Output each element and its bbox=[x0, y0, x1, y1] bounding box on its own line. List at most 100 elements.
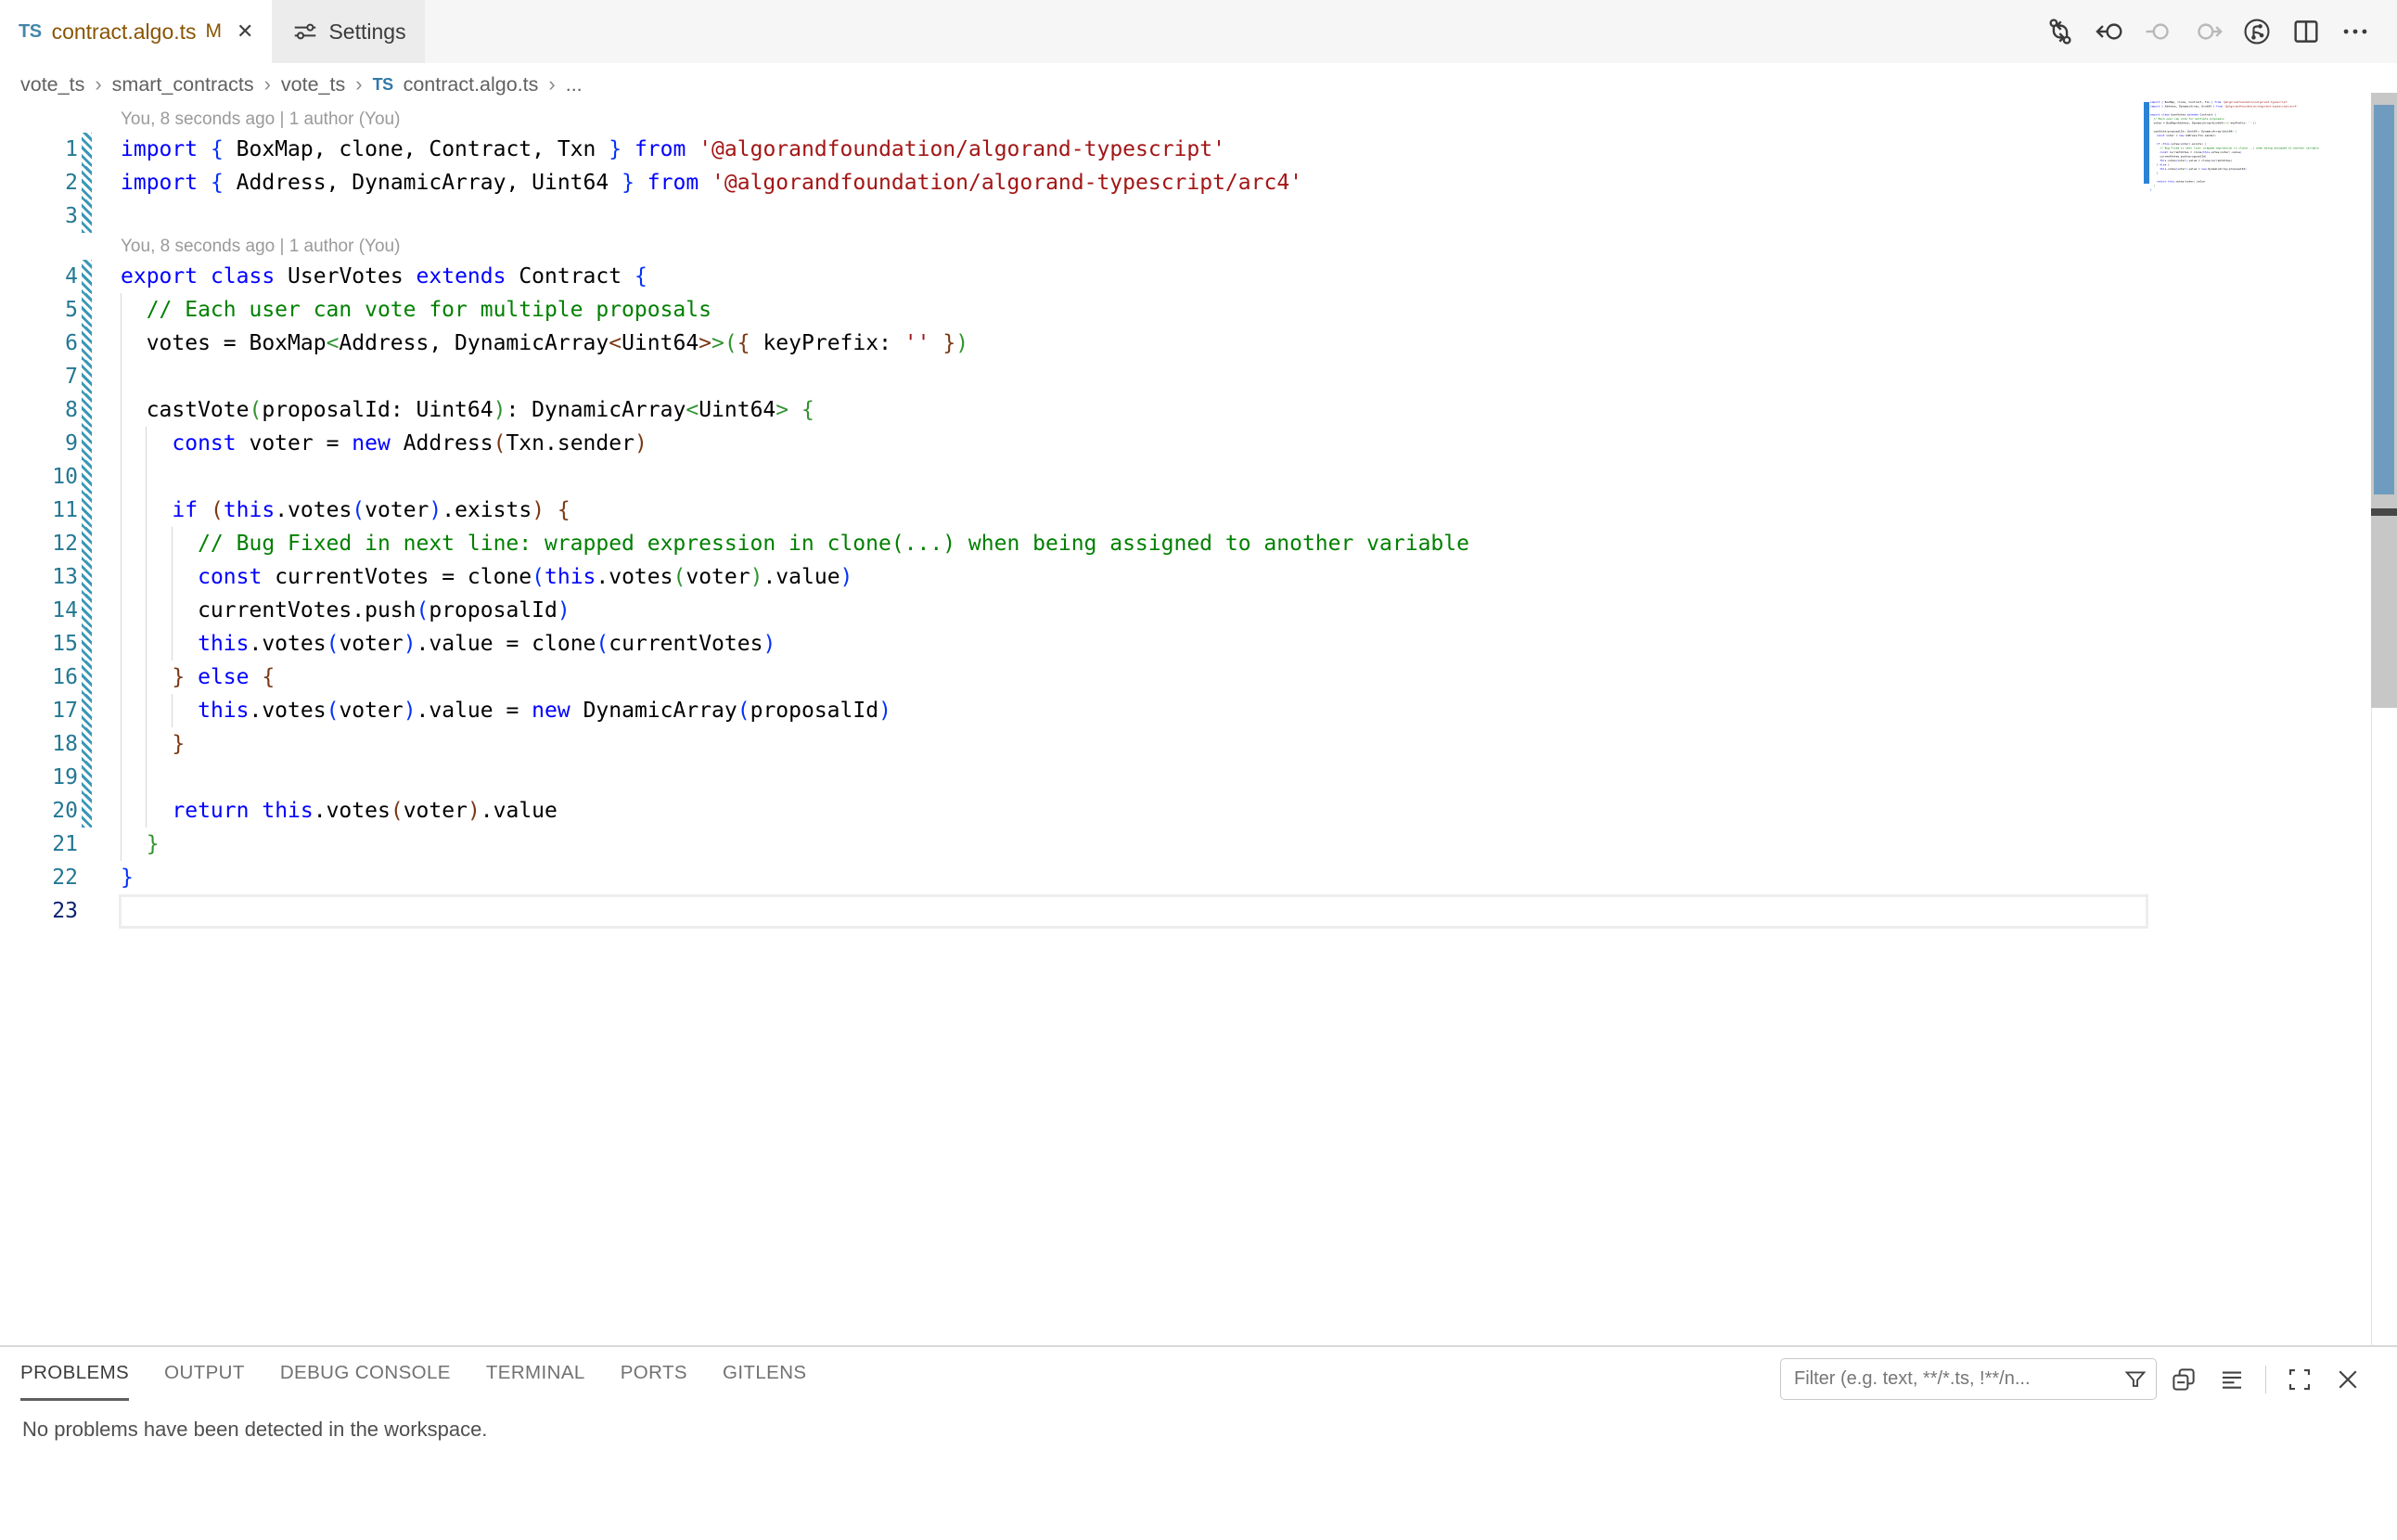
code-line[interactable]: 21 } bbox=[0, 828, 2148, 861]
code-line[interactable]: 20 return this.votes(voter).value bbox=[0, 794, 2148, 828]
line-number[interactable]: 6 bbox=[0, 327, 78, 360]
code-line[interactable]: 4export class UserVotes extends Contract… bbox=[0, 260, 2148, 293]
code-editor[interactable]: You, 8 seconds ago | 1 author (You)1impo… bbox=[0, 106, 2148, 928]
code-line[interactable]: 7 bbox=[0, 360, 2148, 393]
code-line[interactable]: 9 const voter = new Address(Txn.sender) bbox=[0, 427, 2148, 460]
close-panel-icon[interactable] bbox=[2333, 1365, 2363, 1394]
code-line[interactable]: 13 const currentVotes = clone(this.votes… bbox=[0, 560, 2148, 594]
line-number[interactable]: 12 bbox=[0, 527, 78, 560]
maximize-panel-icon[interactable] bbox=[2285, 1365, 2314, 1394]
gutter-modified-indicator bbox=[82, 360, 92, 393]
panel-tab-terminal[interactable]: TERMINAL bbox=[486, 1347, 585, 1401]
line-number[interactable]: 18 bbox=[0, 727, 78, 761]
gutter-modified-indicator bbox=[82, 761, 92, 794]
line-number[interactable]: 22 bbox=[0, 861, 78, 894]
breadcrumb-file[interactable]: contract.algo.ts bbox=[404, 73, 539, 96]
code-line[interactable]: 19 bbox=[0, 761, 2148, 794]
line-number[interactable]: 1 bbox=[0, 133, 78, 166]
line-number[interactable]: 9 bbox=[0, 427, 78, 460]
panel-tab-debug-console[interactable]: DEBUG CONSOLE bbox=[280, 1347, 451, 1401]
tab-settings[interactable]: Settings bbox=[273, 0, 424, 63]
code-line[interactable]: 5 // Each user can vote for multiple pro… bbox=[0, 293, 2148, 327]
more-actions-icon[interactable] bbox=[2339, 16, 2371, 47]
code-line[interactable]: 16 } else { bbox=[0, 661, 2148, 694]
code-line[interactable]: 8 castVote(proposalId: Uint64): DynamicA… bbox=[0, 393, 2148, 427]
code-line[interactable]: 11 if (this.votes(voter).exists) { bbox=[0, 494, 2148, 527]
code-text: } else { bbox=[121, 661, 275, 694]
gutter-modified-indicator bbox=[82, 199, 92, 233]
line-number[interactable]: 20 bbox=[0, 794, 78, 828]
code-line[interactable]: 2import { Address, DynamicArray, Uint64 … bbox=[0, 166, 2148, 199]
line-number[interactable]: 15 bbox=[0, 627, 78, 661]
next-change-icon[interactable] bbox=[2192, 16, 2224, 47]
line-number[interactable]: 19 bbox=[0, 761, 78, 794]
typescript-file-icon: TS bbox=[373, 75, 393, 95]
gutter-modified-indicator bbox=[82, 166, 92, 199]
code-line[interactable]: 12 // Bug Fixed in next line: wrapped ex… bbox=[0, 527, 2148, 560]
code-line[interactable]: 18 } bbox=[0, 727, 2148, 761]
codelens[interactable]: You, 8 seconds ago | 1 author (You) bbox=[0, 233, 2148, 260]
minimap[interactable]: import { BoxMap, clone, Contract, Txn } … bbox=[2143, 96, 2370, 449]
code-line[interactable]: 22} bbox=[0, 861, 2148, 894]
code-text: import { BoxMap, clone, Contract, Txn } … bbox=[121, 133, 1225, 166]
code-line[interactable]: 23 bbox=[0, 894, 2148, 928]
codelens[interactable]: You, 8 seconds ago | 1 author (You) bbox=[0, 106, 2148, 133]
commit-graph-icon[interactable] bbox=[2241, 16, 2273, 47]
line-number[interactable]: 4 bbox=[0, 260, 78, 293]
code-text: const voter = new Address(Txn.sender) bbox=[121, 427, 647, 460]
code-line[interactable]: 14 currentVotes.push(proposalId) bbox=[0, 594, 2148, 627]
code-line[interactable]: 6 votes = BoxMap<Address, DynamicArray<U… bbox=[0, 327, 2148, 360]
line-number[interactable]: 13 bbox=[0, 560, 78, 594]
tab-contract-algo-ts[interactable]: TS contract.algo.ts M ✕ bbox=[0, 0, 273, 63]
line-number[interactable]: 16 bbox=[0, 661, 78, 694]
gutter-modified-indicator bbox=[82, 293, 92, 327]
line-number[interactable]: 17 bbox=[0, 694, 78, 727]
gutter-modified-indicator bbox=[82, 727, 92, 761]
line-number[interactable]: 2 bbox=[0, 166, 78, 199]
line-number[interactable]: 7 bbox=[0, 360, 78, 393]
scrollbar-thumb[interactable] bbox=[2374, 105, 2394, 494]
previous-change-icon[interactable] bbox=[2143, 16, 2174, 47]
view-as-list-icon[interactable] bbox=[2217, 1365, 2247, 1394]
line-number[interactable]: 11 bbox=[0, 494, 78, 527]
panel-tab-output[interactable]: OUTPUT bbox=[164, 1347, 245, 1401]
open-changes-previous-revision-icon[interactable] bbox=[2094, 16, 2125, 47]
split-editor-icon[interactable] bbox=[2290, 16, 2322, 47]
code-line[interactable]: 15 this.votes(voter).value = clone(curre… bbox=[0, 627, 2148, 661]
line-number[interactable]: 14 bbox=[0, 594, 78, 627]
problems-filter-input[interactable] bbox=[1781, 1368, 2121, 1390]
line-number[interactable]: 8 bbox=[0, 393, 78, 427]
open-changes-icon[interactable] bbox=[2045, 16, 2076, 47]
gutter-modified-indicator bbox=[82, 627, 92, 661]
panel-tab-ports[interactable]: PORTS bbox=[621, 1347, 687, 1401]
collapse-all-icon[interactable] bbox=[2169, 1365, 2198, 1394]
code-text: const currentVotes = clone(this.votes(vo… bbox=[121, 560, 852, 594]
gutter-modified-indicator bbox=[82, 861, 92, 894]
line-number[interactable]: 5 bbox=[0, 293, 78, 327]
line-number[interactable]: 10 bbox=[0, 460, 78, 494]
settings-sliders-icon bbox=[291, 18, 319, 45]
panel-tab-bar: PROBLEMS OUTPUT DEBUG CONSOLE TERMINAL P… bbox=[20, 1347, 806, 1401]
code-text: this.votes(voter).value = clone(currentV… bbox=[121, 627, 776, 661]
gutter-modified-indicator bbox=[82, 828, 92, 861]
panel-tab-gitlens[interactable]: GITLENS bbox=[723, 1347, 807, 1401]
breadcrumb-item[interactable]: smart_contracts bbox=[112, 73, 254, 96]
code-line[interactable]: 1 import { BoxMap, clone, Contract, Txn }… bbox=[0, 133, 2148, 166]
line-number[interactable]: 3 bbox=[0, 199, 78, 233]
code-text: castVote(proposalId: Uint64): DynamicArr… bbox=[121, 393, 814, 427]
breadcrumb-overflow[interactable]: ... bbox=[566, 73, 583, 96]
code-line[interactable]: 17 this.votes(voter).value = new Dynamic… bbox=[0, 694, 2148, 727]
panel-tab-problems[interactable]: PROBLEMS bbox=[20, 1347, 129, 1401]
code-line[interactable]: 10 bbox=[0, 460, 2148, 494]
close-icon[interactable]: ✕ bbox=[237, 19, 253, 44]
code-text: // Each user can vote for multiple propo… bbox=[121, 293, 711, 327]
breadcrumb-item[interactable]: vote_ts bbox=[281, 73, 345, 96]
gutter-modified-indicator bbox=[82, 560, 92, 594]
gutter-modified-indicator bbox=[82, 894, 92, 928]
panel-toolbar bbox=[2169, 1358, 2363, 1400]
line-number[interactable]: 23 bbox=[0, 894, 78, 928]
breadcrumb-item[interactable]: vote_ts bbox=[20, 73, 84, 96]
line-number[interactable]: 21 bbox=[0, 828, 78, 861]
chevron-right-icon: › bbox=[95, 72, 101, 96]
code-line[interactable]: 3 bbox=[0, 199, 2148, 233]
